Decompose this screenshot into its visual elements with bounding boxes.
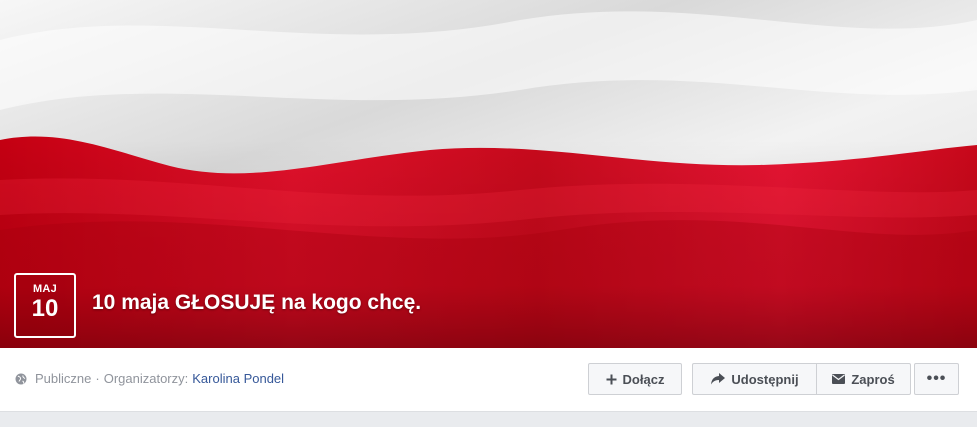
event-date-month: MAJ: [32, 283, 58, 295]
plus-icon: [606, 374, 617, 385]
event-page: MAJ 10 10 maja GŁOSUJĘ na kogo chcę. Pub…: [0, 0, 977, 427]
event-info-bar: Publiczne · Organizatorzy: Karolina Pond…: [0, 348, 977, 412]
share-button-label: Udostępnij: [731, 371, 799, 387]
join-button-label: Dołącz: [622, 371, 665, 387]
event-title: 10 maja GŁOSUJĘ na kogo chcę.: [92, 291, 422, 314]
event-date-day: 10: [31, 295, 59, 322]
event-meta: Publiczne · Organizatorzy: Karolina Pond…: [15, 371, 284, 386]
privacy-label: Publiczne: [35, 371, 92, 386]
more-dots-icon: •••: [926, 370, 947, 387]
share-button[interactable]: Udostępnij: [692, 363, 817, 395]
invite-button-label: Zaproś: [851, 371, 895, 387]
meta-separator: ·: [95, 371, 100, 386]
organizers-label: Organizatorzy:: [103, 371, 189, 386]
more-options-button[interactable]: •••: [914, 363, 959, 395]
invite-button[interactable]: Zaproś: [816, 363, 911, 395]
cover-photo: MAJ 10 10 maja GŁOSUJĘ na kogo chcę.: [0, 0, 977, 348]
event-date-badge: MAJ 10: [14, 273, 76, 338]
globe-icon: [15, 373, 27, 385]
share-arrow-icon: [711, 373, 726, 385]
join-button[interactable]: Dołącz: [588, 363, 682, 395]
envelope-icon: [832, 374, 846, 384]
organizer-link[interactable]: Karolina Pondel: [192, 371, 284, 386]
